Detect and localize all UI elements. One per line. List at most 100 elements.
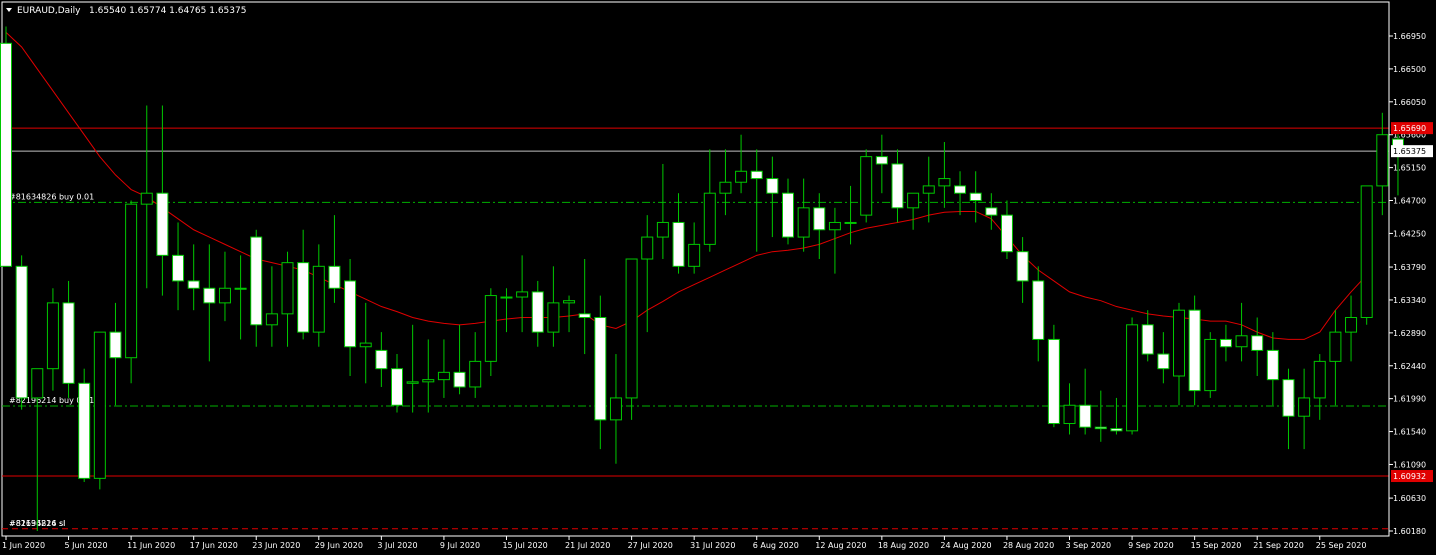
candle[interactable]: [391, 354, 403, 413]
candle[interactable]: [0, 26, 12, 267]
candle[interactable]: [688, 222, 701, 274]
bull-candle-body: [46, 302, 59, 370]
candle[interactable]: [766, 156, 779, 238]
candle[interactable]: [500, 288, 513, 333]
candle[interactable]: [625, 258, 638, 420]
candle[interactable]: [1298, 368, 1311, 450]
candle[interactable]: [860, 149, 873, 223]
candle[interactable]: [250, 229, 263, 347]
candle[interactable]: [1266, 332, 1279, 406]
candle[interactable]: [375, 332, 388, 387]
candle[interactable]: [453, 324, 466, 395]
candle[interactable]: [297, 229, 310, 340]
candle[interactable]: [359, 302, 372, 384]
candle[interactable]: [1360, 185, 1373, 325]
candle[interactable]: [828, 207, 841, 274]
candle[interactable]: [1110, 397, 1123, 435]
candle[interactable]: [422, 339, 435, 413]
candle[interactable]: [954, 171, 967, 216]
candle[interactable]: [1282, 368, 1295, 450]
candle[interactable]: [265, 266, 278, 347]
candle[interactable]: [813, 193, 826, 260]
candle[interactable]: [312, 244, 325, 347]
bear-candle-body: [1032, 280, 1045, 340]
candle[interactable]: [1063, 383, 1076, 435]
candle[interactable]: [281, 251, 294, 347]
candle[interactable]: [156, 105, 169, 296]
candle[interactable]: [62, 280, 75, 398]
bear-candle-body: [1047, 338, 1060, 425]
date-axis: 1 Jun 2020 5 Jun 2020 11 Jun 2020 17 Jun 20…: [2, 536, 1366, 550]
chart-header[interactable]: EURAUD,Daily 1.65540 1.65774 1.64765 1.6…: [6, 6, 246, 16]
candle[interactable]: [140, 105, 153, 289]
candle[interactable]: [1032, 266, 1045, 362]
candle[interactable]: [656, 163, 669, 260]
candle[interactable]: [93, 331, 106, 490]
candle[interactable]: [328, 215, 341, 303]
bear-candle-body: [453, 371, 466, 388]
candle[interactable]: [1313, 354, 1326, 420]
candle[interactable]: [1235, 302, 1248, 362]
candle[interactable]: [563, 295, 576, 333]
candle[interactable]: [125, 200, 138, 384]
bull-candle-body: [656, 221, 669, 238]
candle[interactable]: [1079, 368, 1092, 435]
candle[interactable]: [218, 251, 231, 322]
candle[interactable]: [406, 324, 419, 413]
candle[interactable]: [609, 354, 622, 464]
candle[interactable]: [1204, 332, 1217, 398]
candle[interactable]: [969, 171, 982, 223]
candle[interactable]: [1094, 390, 1107, 442]
candle[interactable]: [594, 295, 607, 450]
candle[interactable]: [484, 288, 497, 376]
candle[interactable]: [437, 339, 450, 398]
candle[interactable]: [172, 222, 185, 311]
collapse-triangle-icon[interactable]: [6, 8, 12, 12]
candle[interactable]: [703, 149, 716, 252]
candle[interactable]: [46, 288, 59, 391]
candle[interactable]: [1157, 332, 1170, 384]
candle[interactable]: [234, 255, 247, 340]
candle[interactable]: [578, 259, 591, 355]
candle[interactable]: [31, 368, 44, 531]
candle[interactable]: [1329, 310, 1342, 406]
candle[interactable]: [187, 244, 200, 311]
candle[interactable]: [1219, 324, 1232, 362]
candle[interactable]: [641, 215, 654, 333]
candle[interactable]: [531, 280, 544, 347]
candle[interactable]: [672, 193, 685, 274]
candle[interactable]: [109, 302, 122, 406]
candle[interactable]: [1188, 295, 1201, 406]
candle[interactable]: [985, 193, 998, 230]
candle[interactable]: [1345, 295, 1358, 362]
candle[interactable]: [907, 192, 920, 230]
candle[interactable]: [797, 178, 810, 252]
candle[interactable]: [1141, 310, 1154, 362]
candle[interactable]: [1047, 324, 1060, 428]
candle[interactable]: [15, 255, 28, 410]
candle[interactable]: [735, 134, 748, 194]
candle[interactable]: [547, 266, 560, 347]
date-tick-label: 29 Jun 2020: [315, 541, 363, 550]
bull-candle-body: [1329, 331, 1342, 362]
candle[interactable]: [891, 149, 904, 223]
candle[interactable]: [875, 134, 888, 194]
candle[interactable]: [344, 259, 357, 376]
candle[interactable]: [1173, 302, 1185, 406]
candlestick-chart[interactable]: #81634826 buy 0.01#82196214 buy 0.01#821…: [0, 0, 1436, 555]
candle[interactable]: [78, 368, 91, 483]
candle[interactable]: [750, 149, 763, 252]
candle[interactable]: [844, 185, 857, 245]
candle[interactable]: [1126, 317, 1139, 435]
candle[interactable]: [1251, 317, 1264, 376]
candle[interactable]: [1016, 237, 1029, 303]
candle[interactable]: [782, 178, 794, 245]
candle[interactable]: [938, 142, 951, 208]
candle[interactable]: [719, 149, 732, 216]
candle[interactable]: [203, 244, 216, 362]
bull-candle-body: [563, 300, 576, 304]
candle[interactable]: [469, 332, 482, 398]
candle[interactable]: [1000, 200, 1013, 260]
candle[interactable]: [922, 156, 935, 223]
candle[interactable]: [516, 255, 529, 333]
